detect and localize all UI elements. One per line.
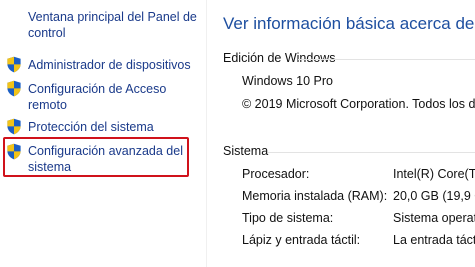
processor-value: Intel(R) Core(TM	[393, 167, 475, 181]
uac-shield-icon	[7, 56, 21, 73]
system-control-panel: Ventana principal del Panel de control A…	[0, 0, 475, 267]
system-type-value: Sistema operativ	[393, 211, 475, 225]
main-content: Ver información básica acerca del eq Edi…	[206, 0, 475, 267]
sidebar: Ventana principal del Panel de control A…	[0, 0, 205, 267]
sidebar-item-label-line2: remoto	[28, 98, 67, 112]
uac-shield-icon	[7, 118, 21, 135]
section-divider	[268, 152, 475, 153]
pen-touch-value: La entrada táctil	[393, 233, 475, 247]
page-title: Ver información básica acerca del eq	[223, 14, 475, 33]
pen-touch-label: Lápiz y entrada táctil:	[242, 233, 361, 247]
copyright-text: © 2019 Microsoft Corporation. Todos los …	[242, 97, 475, 111]
sidebar-item-label: Administrador de dispositivos	[28, 58, 191, 72]
windows-edition-value: Windows 10 Pro	[242, 74, 334, 88]
system-type-label: Tipo de sistema:	[242, 211, 334, 225]
ram-label: Memoria instalada (RAM):	[242, 189, 388, 203]
section-heading-windows-edition: Edición de Windows	[223, 51, 336, 65]
sidebar-item-label: Protección del sistema	[28, 120, 154, 134]
sidebar-item-system-protection[interactable]: Protección del sistema	[28, 119, 154, 135]
sidebar-item-device-manager[interactable]: Administrador de dispositivos	[28, 57, 191, 73]
sidebar-item-label-line1: Configuración de Acceso	[28, 82, 167, 96]
sidebar-item-remote-settings[interactable]: Configuración de Acceso remoto	[28, 81, 166, 113]
ram-value: 20,0 GB (19,9 GE	[393, 189, 475, 203]
processor-label: Procesador:	[242, 167, 310, 181]
section-divider	[298, 59, 475, 60]
sidebar-item-label-line1: Ventana principal del Panel de	[28, 10, 197, 24]
section-heading-system: Sistema	[223, 144, 269, 158]
sidebar-item-label-line2: control	[28, 26, 66, 40]
highlight-box	[3, 137, 189, 177]
uac-shield-icon	[7, 80, 21, 97]
sidebar-item-control-panel-home[interactable]: Ventana principal del Panel de control	[28, 9, 197, 41]
